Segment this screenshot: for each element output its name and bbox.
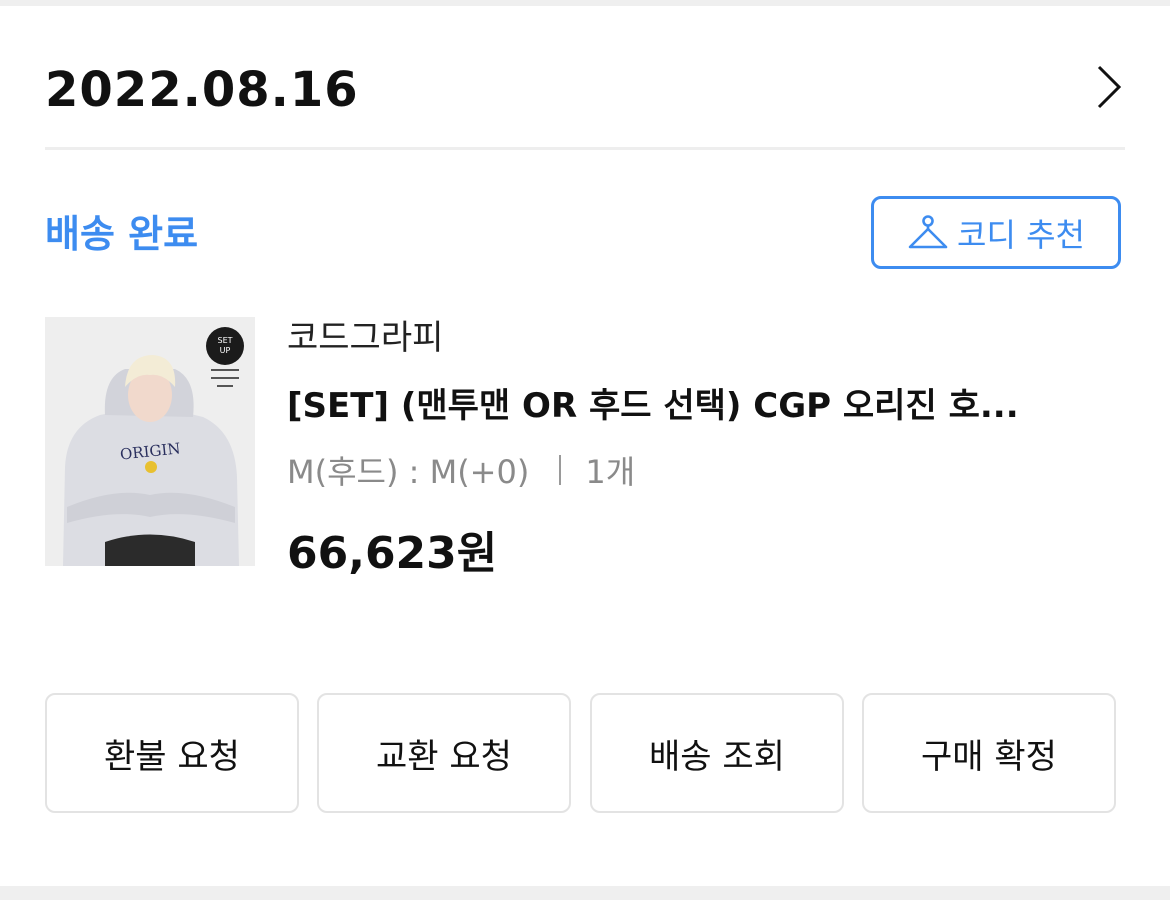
product-thumbnail[interactable]: ORIGIN SET UP	[45, 317, 255, 566]
option-separator	[559, 455, 562, 485]
product-option-row: M(후드) : M(+0) 1개	[287, 447, 635, 493]
exchange-request-button[interactable]: 교환 요청	[317, 693, 571, 813]
thumbnail-badge-line-2: UP	[220, 346, 231, 355]
header-divider	[45, 147, 1125, 150]
delivery-status: 배송 완료	[45, 212, 199, 256]
product-brand[interactable]: 코드그라피	[287, 310, 443, 359]
confirm-purchase-button[interactable]: 구매 확정	[862, 693, 1116, 813]
product-price: 66,623원	[287, 528, 498, 579]
bottom-separator-band	[0, 886, 1170, 900]
product-quantity: 1개	[585, 453, 636, 491]
top-separator-band	[0, 0, 1170, 6]
thumbnail-badge-line-1: SET	[217, 336, 232, 345]
order-actions: 환불 요청 교환 요청 배송 조회 구매 확정	[45, 693, 1116, 813]
order-header[interactable]: 2022.08.16	[45, 58, 1125, 128]
product-name[interactable]: [SET] (맨투맨 OR 후드 선택) CGP 오리진 호...	[287, 378, 1117, 427]
hanger-icon	[907, 214, 949, 252]
product-option: M(후드) : M(+0)	[287, 453, 530, 491]
track-delivery-button[interactable]: 배송 조회	[590, 693, 844, 813]
codi-recommend-label: 코디 추천	[957, 215, 1085, 254]
order-date: 2022.08.16	[45, 62, 359, 118]
refund-request-button[interactable]: 환불 요청	[45, 693, 299, 813]
codi-recommend-button[interactable]: 코디 추천	[871, 196, 1121, 269]
chevron-right-icon[interactable]	[1095, 64, 1123, 110]
